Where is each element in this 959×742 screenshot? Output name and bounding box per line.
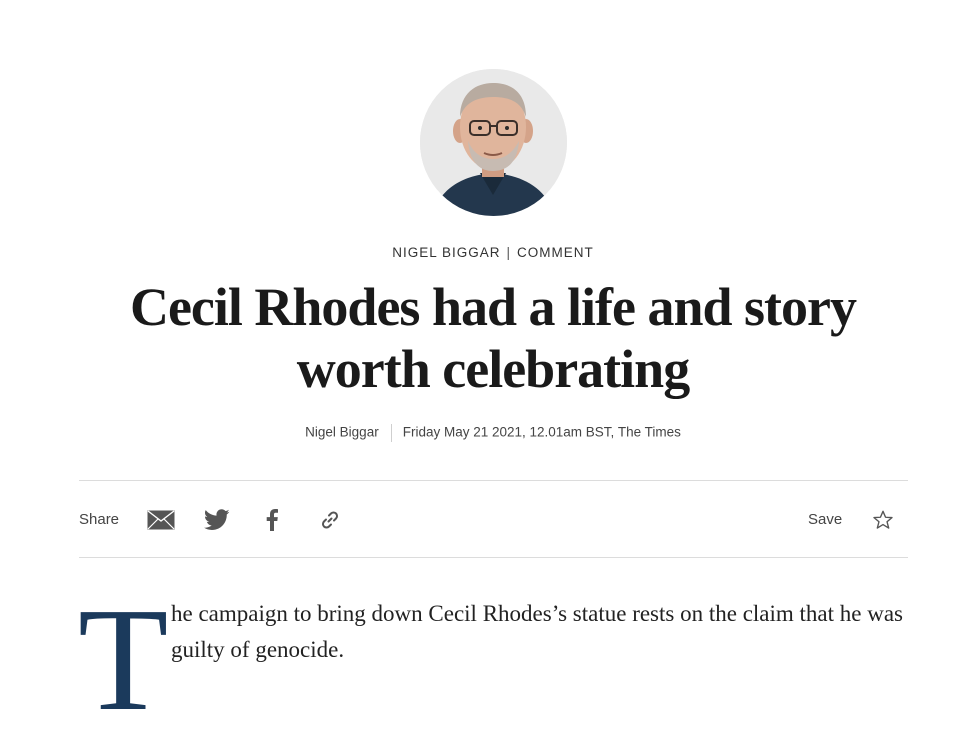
article-byline: Nigel Biggar Friday May 21 2021, 12.01am … [0,424,959,442]
link-icon[interactable] [319,506,341,534]
article-body-paragraph: he campaign to bring down Cecil Rhodes’s… [171,601,904,662]
kicker-separator: | [506,245,512,260]
kicker-section[interactable]: COMMENT [517,245,594,260]
star-icon[interactable] [871,506,895,534]
kicker-author[interactable]: NIGEL BIGGAR [392,245,500,260]
author-photo-illustration [420,69,567,216]
share-label: Share [79,511,120,528]
share-bar-top-divider [79,480,908,481]
drop-cap: T [78,578,169,742]
share-bar-bottom-divider [79,557,908,558]
article-headline: Cecil Rhodes had a life and story worth … [129,277,857,399]
byline-date: Friday May 21 2021, 12.01am BST, The Tim… [402,424,681,440]
author-avatar [420,69,567,216]
email-icon[interactable] [147,506,175,534]
share-bar: Share Save [79,500,908,540]
article-kicker: NIGEL BIGGAR | COMMENT [0,245,959,260]
byline-divider [390,424,392,442]
byline-author[interactable]: Nigel Biggar [305,425,379,440]
facebook-icon[interactable] [265,506,279,534]
twitter-icon[interactable] [204,506,230,534]
save-button[interactable]: Save [808,511,842,528]
